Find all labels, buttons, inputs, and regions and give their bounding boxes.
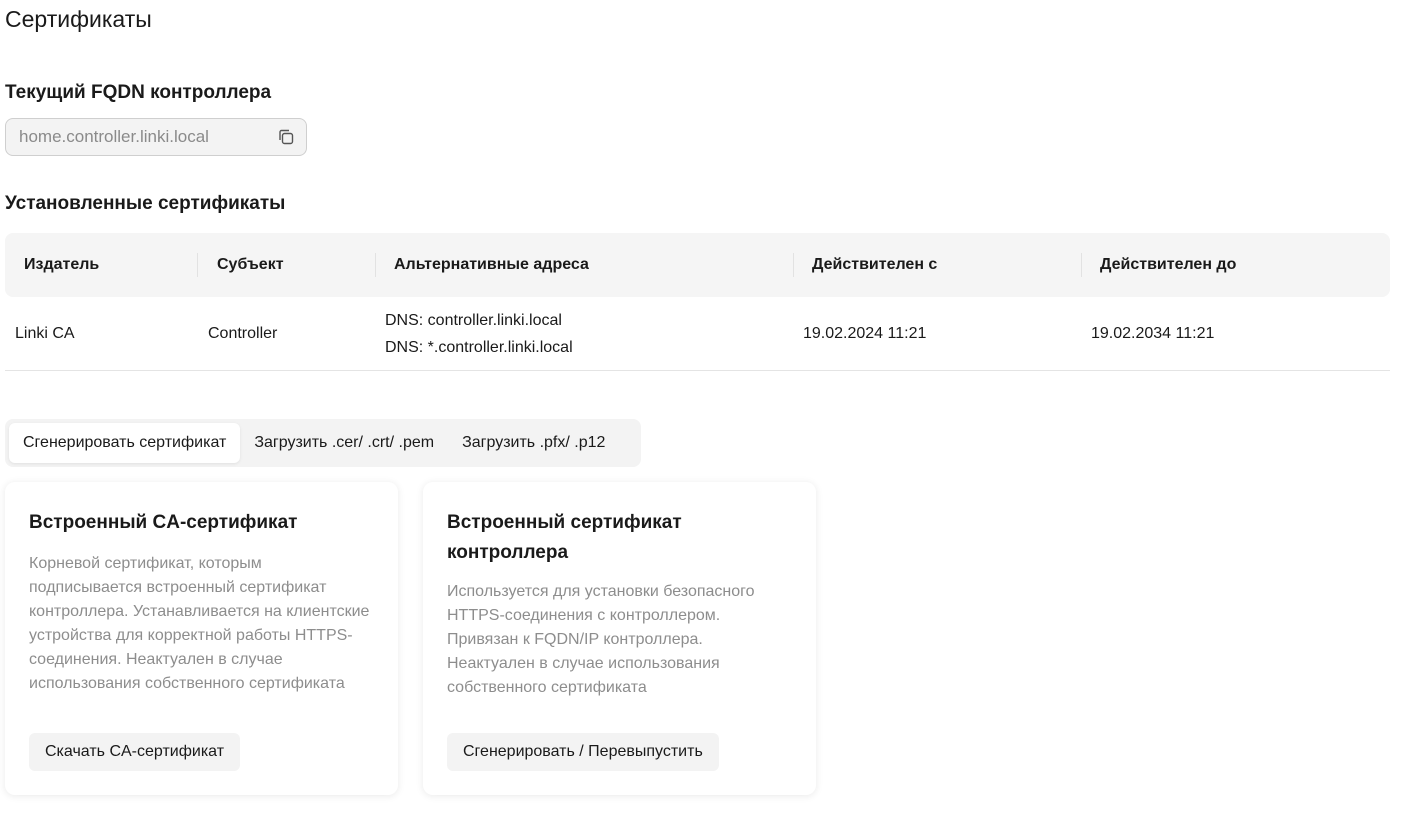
card-description: Используется для установки безопасного H… (447, 583, 755, 696)
column-divider (1081, 253, 1082, 277)
tab-upload-pfx-p12[interactable]: Загрузить .pfx/ .p12 (448, 423, 619, 463)
page-title: Сертификаты (5, 6, 152, 32)
copy-icon[interactable] (276, 127, 296, 147)
card-description: Корневой сертификат, которым подписывает… (29, 555, 370, 692)
column-header-valid-from: Действителен с (812, 256, 938, 273)
column-header-subject: Субъект (217, 256, 284, 273)
cell-alt-names: DNS: controller.linki.local DNS: *.contr… (385, 307, 573, 361)
column-header-alt-names: Альтернативные адреса (394, 256, 589, 273)
table-header: Издатель Субъект Альтернативные адреса Д… (5, 233, 1390, 297)
fqdn-label: Текущий FQDN контроллера (5, 82, 272, 103)
column-divider (197, 253, 198, 277)
fqdn-input[interactable] (19, 127, 276, 147)
controller-certificate-card: Встроенный сертификат контроллера Исполь… (423, 482, 816, 795)
tab-upload-cer-crt-pem[interactable]: Загрузить .cer/ .crt/ .pem (240, 423, 448, 463)
certificates-table: Издатель Субъект Альтернативные адреса Д… (5, 233, 1390, 371)
cell-issuer: Linki CA (15, 324, 75, 342)
card-title: Встроенный CA-сертификат (29, 512, 298, 533)
fqdn-field (5, 118, 307, 156)
ca-certificate-card: Встроенный CA-сертификат Корневой сертиф… (5, 482, 398, 795)
cell-valid-to: 19.02.2034 11:21 (1091, 324, 1215, 342)
card-title: Встроенный сертификат контроллера (447, 512, 682, 563)
tab-generate-certificate[interactable]: Сгенерировать сертификат (9, 423, 241, 463)
alt-name: DNS: *.controller.linki.local (385, 339, 573, 356)
download-ca-certificate-button[interactable]: Скачать CA-сертификат (29, 733, 241, 771)
column-header-issuer: Издатель (24, 256, 100, 273)
alt-name: DNS: controller.linki.local (385, 312, 562, 329)
installed-certs-title: Установленные сертификаты (5, 193, 286, 214)
cell-subject: Controller (208, 324, 278, 342)
certificate-action-tabs: Сгенерировать сертификат Загрузить .cer/… (5, 419, 641, 467)
column-divider (375, 253, 376, 277)
column-divider (793, 253, 794, 277)
column-header-valid-to: Действителен до (1100, 256, 1237, 273)
generate-reissue-button[interactable]: Сгенерировать / Перевыпустить (447, 733, 719, 771)
table-row[interactable]: Linki CA Controller DNS: controller.link… (5, 297, 1390, 371)
cell-valid-from: 19.02.2024 11:21 (803, 324, 927, 342)
